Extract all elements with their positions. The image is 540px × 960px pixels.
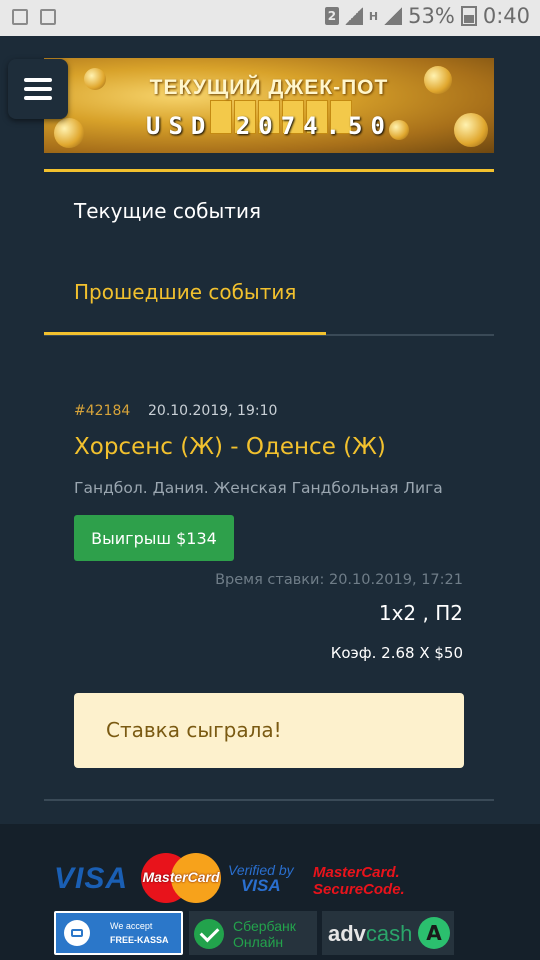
sberbank-icon <box>194 919 224 949</box>
divider <box>44 169 494 172</box>
sber-line2: Онлайн <box>233 934 284 950</box>
event-title[interactable]: Хорсенс (Ж) - Оденсе (Ж) <box>74 434 386 460</box>
status-right: 2 H 53% 0:40 <box>324 4 530 28</box>
status-left-icons <box>12 9 56 25</box>
sim-icon: 2 <box>324 7 339 25</box>
advcash-badge: advcash A <box>322 911 454 955</box>
hamburger-icon <box>24 96 52 100</box>
hamburger-icon <box>24 87 52 91</box>
freekassa-line2: FREE-KASSA <box>110 935 169 945</box>
status-bar: 2 H 53% 0:40 <box>0 0 540 36</box>
securecode-line2: SecureCode. <box>313 881 405 898</box>
bet-coefficient: Коэф. 2.68 X $50 <box>330 644 463 662</box>
freekassa-icon <box>64 920 90 946</box>
securecode-line1: MasterCard. <box>313 864 400 881</box>
tab-past-events[interactable]: Прошедшие события <box>74 280 296 304</box>
mastercard-label: MasterCard <box>142 869 220 885</box>
freekassa-badge[interactable]: We accept FREE-KASSA <box>54 911 183 955</box>
divider <box>44 799 494 801</box>
event-id[interactable]: #42184 <box>74 403 130 419</box>
sberbank-online-badge: Сбербанк Онлайн <box>189 911 317 955</box>
freekassa-line1: We accept <box>110 921 153 931</box>
jackpot-amount: USD 2074.50 <box>146 112 393 140</box>
advcash-label: advcash <box>328 921 413 946</box>
advcash-icon: A <box>418 917 450 949</box>
jackpot-title: ТЕКУЩИЙ ДЖЕК-ПОТ <box>149 76 389 99</box>
hamburger-icon <box>24 78 52 82</box>
bet-result-message: Ставка сыграла! <box>74 693 464 768</box>
sber-line1: Сбербанк <box>233 918 296 934</box>
tab-current-events[interactable]: Текущие события <box>74 199 261 223</box>
win-badge: Выигрыш $134 <box>74 515 234 561</box>
jackpot-banner: ТЕКУЩИЙ ДЖЕК-ПОТ USD 2074.50 <box>44 58 494 153</box>
recycle-icon <box>40 9 56 25</box>
event-league: Гандбол. Дания. Женская Гандбольная Лига <box>74 479 443 497</box>
signal-icon <box>344 7 363 25</box>
tab-active-indicator <box>44 332 326 335</box>
battery-icon <box>460 6 477 26</box>
battery-percent: 53% <box>408 4 455 28</box>
signal-2-icon <box>384 7 403 25</box>
bet-outcome: 1x2 , П2 <box>378 601 463 625</box>
menu-button[interactable] <box>8 59 68 119</box>
verified-by-line2: VISA <box>240 876 281 895</box>
event-date: 20.10.2019, 19:10 <box>148 403 278 419</box>
verified-by-visa-logo: Verified by VISA <box>228 862 294 894</box>
mastercard-logo: MasterCard <box>141 853 221 903</box>
coin-decoration <box>454 113 488 147</box>
bet-time: Время ставки: 20.10.2019, 17:21 <box>215 572 463 588</box>
visa-logo: VISA <box>54 862 129 895</box>
coin-decoration <box>54 118 84 148</box>
clock: 0:40 <box>482 4 530 28</box>
image-icon <box>12 9 28 25</box>
mastercard-securecode-logo: MasterCard. SecureCode. <box>313 864 405 898</box>
network-type-icon: H <box>368 9 379 23</box>
